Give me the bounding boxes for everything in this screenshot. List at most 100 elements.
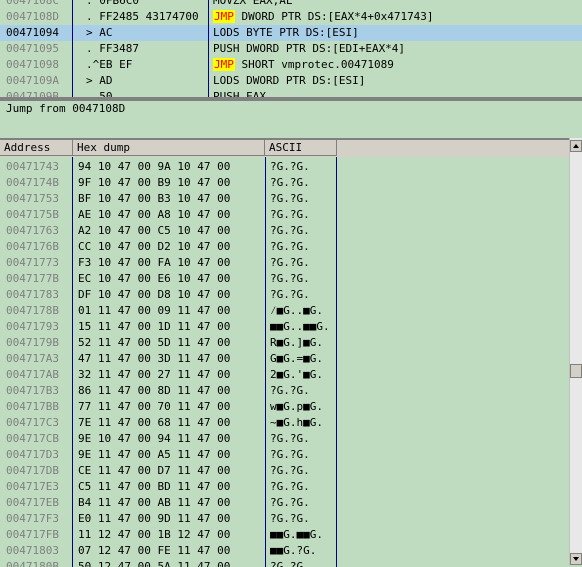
column-header-ascii[interactable]: ASCII	[265, 140, 337, 156]
disasm-row[interactable]: 00471095 . FF3487 PUSH DWORD PTR DS:[EDI+E…	[0, 41, 582, 57]
dump-ascii: ⁄■G..■G.	[270, 304, 323, 317]
dump-row[interactable]: 004717D3 9E 11 47 00 A5 11 47 00 ?G.?G.	[0, 447, 570, 463]
dump-row[interactable]: 004717EB B4 11 47 00 AB 11 47 00 ?G.?G.	[0, 495, 570, 511]
dump-row[interactable]: 004717F3 E0 11 47 00 9D 11 47 00 ?G.?G.	[0, 511, 570, 527]
scroll-thumb[interactable]	[570, 364, 582, 378]
instruction-operands: LODS BYTE PTR DS:[ESI]	[213, 26, 359, 39]
dump-address: 00471773	[6, 256, 59, 269]
dump-ascii: G■G.=■G.	[270, 352, 323, 365]
instruction-operands: PUSH DWORD PTR DS:[EDI+EAX*4]	[213, 42, 406, 55]
dump-hex-bytes: AE 10 47 00 A8 10 47 00	[78, 208, 231, 221]
dump-hex-bytes: 52 11 47 00 5D 11 47 00	[78, 336, 231, 349]
dump-ascii: ?G.?G.	[270, 208, 310, 221]
dump-address: 00471753	[6, 192, 59, 205]
dump-row[interactable]: 004717DB CE 11 47 00 D7 11 47 00 ?G.?G.	[0, 463, 570, 479]
disasm-row[interactable]: 0047109A > AD LODS DWORD PTR DS:[ESI]	[0, 73, 582, 89]
disasm-row[interactable]: 00471098 .^EB EF JMP SHORT vmprotec.004710…	[0, 57, 582, 73]
dump-rows[interactable]: 00471743 94 10 47 00 9A 10 47 00 ?G.?G. 004…	[0, 159, 570, 567]
dump-hex-bytes: C5 11 47 00 BD 11 47 00	[78, 480, 231, 493]
scroll-down-button[interactable]	[570, 553, 582, 565]
instruction-address: 00471094	[6, 26, 59, 39]
disassembly-pane[interactable]: 0047108C . 0FB6C0 MOVZX EAX,AL 0047108D . FF…	[0, 0, 582, 100]
dump-ascii: R■G.]■G.	[270, 336, 323, 349]
dump-vertical-scrollbar[interactable]	[569, 138, 582, 565]
instruction-bytes: . FF3487	[86, 42, 139, 55]
dump-row[interactable]: 0047180B 50 12 47 00 5A 11 47 00 ?G.?G.	[0, 559, 570, 567]
dump-row[interactable]: 0047179B 52 11 47 00 5D 11 47 00 R■G.]■G.	[0, 335, 570, 351]
dump-hex-bytes: DF 10 47 00 D8 10 47 00	[78, 288, 231, 301]
arrow-up-icon	[573, 144, 579, 148]
dump-address: 004717D3	[6, 448, 59, 461]
disasm-column-divider	[208, 0, 209, 100]
jump-info-text: Jump from 0047108D	[6, 102, 126, 115]
dump-ascii: ?G.?G.	[270, 160, 310, 173]
dump-ascii: 2■G.'■G.	[270, 368, 323, 381]
dump-hex-bytes: 50 12 47 00 5A 11 47 00	[78, 560, 231, 567]
dump-address: 00471763	[6, 224, 59, 237]
dump-ascii: ?G.?G.	[270, 288, 310, 301]
instruction-text: JMP DWORD PTR DS:[EAX*4+0x471743]	[213, 9, 434, 25]
disasm-column-divider	[72, 0, 73, 100]
dump-address: 0047176B	[6, 240, 59, 253]
dump-ascii: ?G.?G.	[270, 560, 310, 567]
dump-hex-bytes: A2 10 47 00 C5 10 47 00	[78, 224, 231, 237]
dump-address: 00471743	[6, 160, 59, 173]
dump-hex-bytes: 86 11 47 00 8D 11 47 00	[78, 384, 231, 397]
dump-row[interactable]: 004717E3 C5 11 47 00 BD 11 47 00 ?G.?G.	[0, 479, 570, 495]
dump-ascii: ?G.?G.	[270, 432, 310, 445]
instruction-text: LODS DWORD PTR DS:[ESI]	[213, 73, 365, 89]
dump-address: 0047177B	[6, 272, 59, 285]
dump-row[interactable]: 0047174B 9F 10 47 00 B9 10 47 00 ?G.?G.	[0, 175, 570, 191]
dump-row[interactable]: 00471743 94 10 47 00 9A 10 47 00 ?G.?G.	[0, 159, 570, 175]
dump-row[interactable]: 004717A3 47 11 47 00 3D 11 47 00 G■G.=■G.	[0, 351, 570, 367]
dump-row[interactable]: 00471783 DF 10 47 00 D8 10 47 00 ?G.?G.	[0, 287, 570, 303]
dump-pane[interactable]: Address Hex dump ASCII 00471743 94 10 47 …	[0, 138, 582, 567]
instruction-address: 0047108C	[6, 0, 59, 7]
instruction-address: 0047109A	[6, 74, 59, 87]
dump-hex-bytes: 07 12 47 00 FE 11 47 00	[78, 544, 231, 557]
dump-row[interactable]: 00471753 BF 10 47 00 B3 10 47 00 ?G.?G.	[0, 191, 570, 207]
dump-hex-bytes: E0 11 47 00 9D 11 47 00	[78, 512, 231, 525]
column-header-address[interactable]: Address	[0, 140, 73, 156]
dump-address: 0047175B	[6, 208, 59, 221]
dump-row[interactable]: 004717BB 77 11 47 00 70 11 47 00 w■G.p■G.	[0, 399, 570, 415]
dump-address: 00471803	[6, 544, 59, 557]
dump-row[interactable]: 00471763 A2 10 47 00 C5 10 47 00 ?G.?G.	[0, 223, 570, 239]
instruction-address: 00471095	[6, 42, 59, 55]
dump-ascii: ?G.?G.	[270, 512, 310, 525]
dump-address: 004717DB	[6, 464, 59, 477]
dump-ascii: ?G.?G.	[270, 272, 310, 285]
dump-address: 00471783	[6, 288, 59, 301]
dump-row[interactable]: 004717C3 7E 11 47 00 68 11 47 00 ~■G.h■G.	[0, 415, 570, 431]
column-header-hex-dump[interactable]: Hex dump	[73, 140, 265, 156]
dump-hex-bytes: 77 11 47 00 70 11 47 00	[78, 400, 231, 413]
instruction-bytes: > AC	[86, 26, 113, 39]
dump-row[interactable]: 004717CB 9E 10 47 00 94 11 47 00 ?G.?G.	[0, 431, 570, 447]
dump-ascii: ?G.?G.	[270, 384, 310, 397]
disasm-row[interactable]: 0047108D . FF2485 43174700 JMP DWORD PTR D…	[0, 9, 582, 25]
disasm-row[interactable]: 0047108C . 0FB6C0 MOVZX EAX,AL	[0, 0, 582, 9]
dump-row[interactable]: 004717AB 32 11 47 00 27 11 47 00 2■G.'■G.	[0, 367, 570, 383]
dump-ascii: ?G.?G.	[270, 496, 310, 509]
dump-row[interactable]: 0047176B CC 10 47 00 D2 10 47 00 ?G.?G.	[0, 239, 570, 255]
dump-row[interactable]: 00471793 15 11 47 00 1D 11 47 00 ■■G..■■G.	[0, 319, 570, 335]
scroll-up-button[interactable]	[570, 140, 582, 152]
dump-row[interactable]: 00471803 07 12 47 00 FE 11 47 00 ■■G.?G.	[0, 543, 570, 559]
dump-address: 0047178B	[6, 304, 59, 317]
disasm-row[interactable]: 00471094 > AC LODS BYTE PTR DS:[ESI]	[0, 25, 582, 41]
dump-row[interactable]: 00471773 F3 10 47 00 FA 10 47 00 ?G.?G.	[0, 255, 570, 271]
dump-row[interactable]: 0047177B EC 10 47 00 E6 10 47 00 ?G.?G.	[0, 271, 570, 287]
dump-hex-bytes: 01 11 47 00 09 11 47 00	[78, 304, 231, 317]
dump-row[interactable]: 0047178B 01 11 47 00 09 11 47 00 ⁄■G..■G.	[0, 303, 570, 319]
dump-row[interactable]: 0047175B AE 10 47 00 A8 10 47 00 ?G.?G.	[0, 207, 570, 223]
dump-hex-bytes: 47 11 47 00 3D 11 47 00	[78, 352, 231, 365]
dump-hex-bytes: 7E 11 47 00 68 11 47 00	[78, 416, 231, 429]
instruction-operands: MOVZX EAX,AL	[213, 0, 293, 7]
dump-address: 004717C3	[6, 416, 59, 429]
dump-ascii: ?G.?G.	[270, 192, 310, 205]
dump-address: 00471793	[6, 320, 59, 333]
dump-address: 004717F3	[6, 512, 59, 525]
dump-row[interactable]: 004717B3 86 11 47 00 8D 11 47 00 ?G.?G.	[0, 383, 570, 399]
dump-hex-bytes: 9F 10 47 00 B9 10 47 00	[78, 176, 231, 189]
dump-row[interactable]: 004717FB 11 12 47 00 1B 12 47 00 ■■G.■■G.	[0, 527, 570, 543]
